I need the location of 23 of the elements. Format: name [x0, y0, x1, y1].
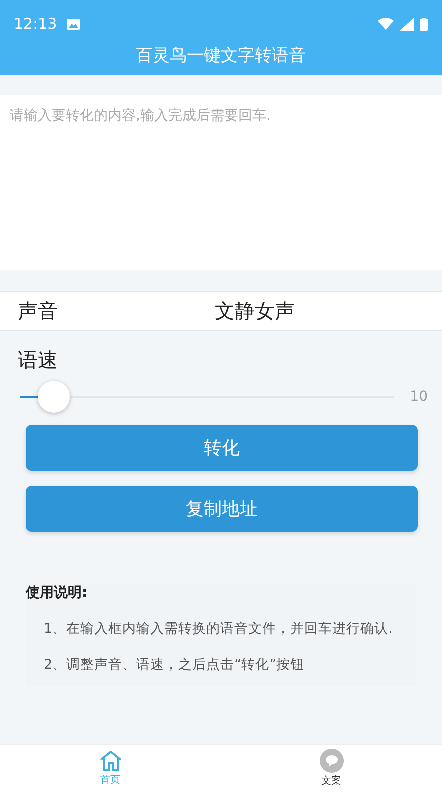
- instruction-text: 2、调整声音、语速，之后点击“转化”按钮: [43, 656, 306, 675]
- voice-value: 文静女声: [215, 298, 295, 324]
- chat-bubble-icon: [320, 749, 344, 773]
- voice-label: 声音: [18, 298, 58, 324]
- status-time: 12:13: [14, 15, 58, 33]
- wifi-icon: [378, 18, 394, 30]
- signal-icon: [400, 18, 414, 30]
- voice-row[interactable]: 声音 文静女声: [0, 291, 442, 331]
- slider-thumb[interactable]: [38, 381, 70, 413]
- nav-tab[interactable]: 首页: [0, 745, 221, 792]
- home-icon: [98, 750, 122, 772]
- speed-label: 语速: [18, 347, 59, 374]
- app-title: 百灵鸟一键文字转语音: [135, 45, 307, 67]
- instruction-text: 1、在输入框内输入需转换的语音文件，并回车进行确认.: [43, 620, 394, 639]
- action-button[interactable]: 转化: [26, 425, 418, 471]
- image-icon: [67, 18, 80, 30]
- instructions-title: 使用说明:: [26, 584, 89, 602]
- battery-icon: [420, 18, 428, 30]
- speed-reading: 10: [410, 389, 428, 405]
- input-field[interactable]: 请输入要转化的内容,输入完成后需要回车.: [0, 95, 442, 270]
- action-button[interactable]: 复制地址: [26, 486, 418, 532]
- nav-tab[interactable]: 文案: [221, 745, 442, 792]
- speed-slider[interactable]: [20, 380, 394, 414]
